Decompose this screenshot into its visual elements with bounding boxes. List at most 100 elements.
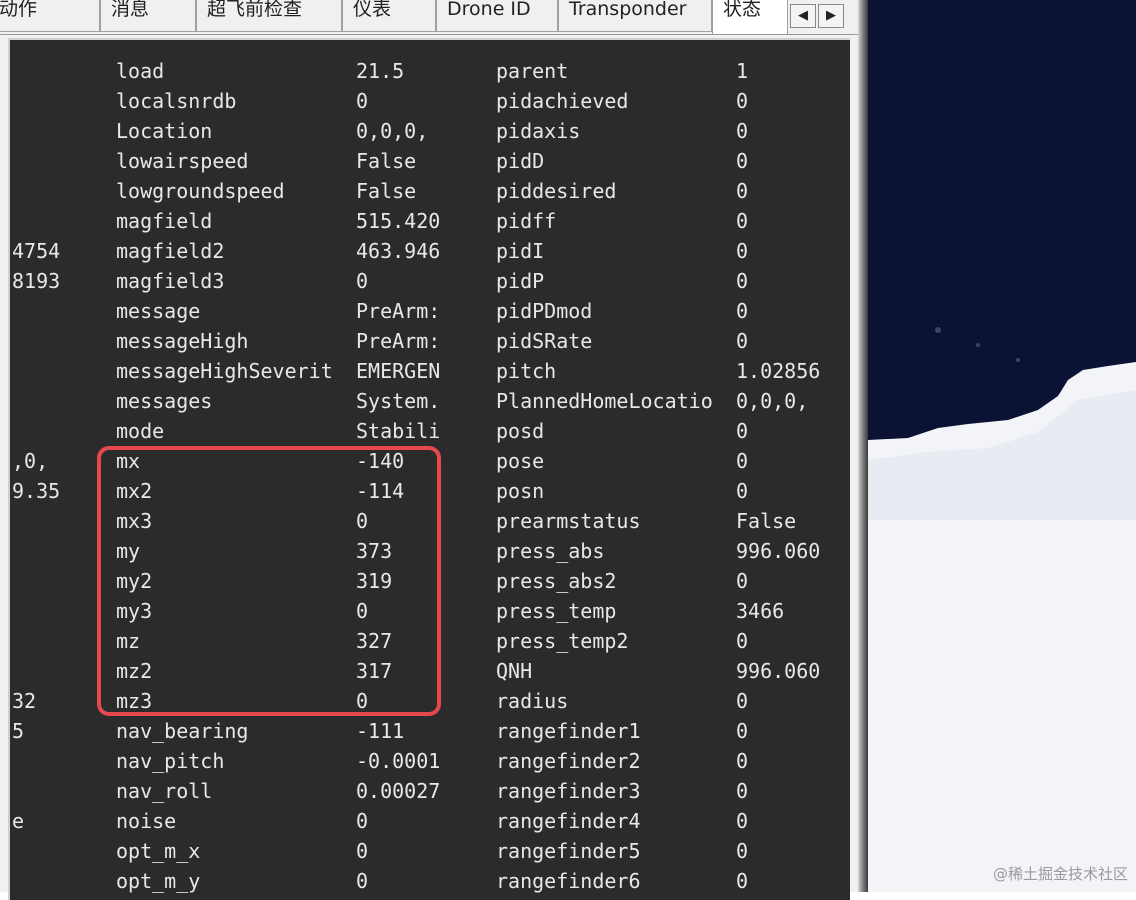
table-cell: ,0,	[12, 449, 49, 473]
table-cell: 0	[736, 419, 749, 443]
status-table[interactable]: load 21.5 parent 1 localsnrdb 0 pidachieved 0 Lo…	[8, 38, 850, 900]
table-cell: 0	[736, 569, 749, 593]
table-row: e noise 0 rangefinder4 0	[10, 806, 850, 836]
snow-image	[868, 0, 1136, 892]
table-cell: PreArm:	[356, 329, 441, 353]
table-cell: mz	[116, 629, 141, 653]
table-cell: System.	[356, 389, 441, 413]
tab-transponder[interactable]: Transponder	[558, 0, 712, 32]
table-cell: 0	[736, 89, 749, 113]
table-cell: mx	[116, 449, 141, 473]
tab-drone-id[interactable]: Drone ID	[436, 0, 558, 32]
table-cell: 317	[356, 659, 393, 683]
table-cell: 0	[736, 689, 749, 713]
table-cell: radius	[496, 689, 569, 713]
table-cell: 0	[736, 329, 749, 353]
table-cell: 5	[12, 719, 25, 743]
table-row: 5 nav_bearing -111 rangefinder1 0	[10, 716, 850, 746]
table-cell: posd	[496, 419, 545, 443]
table-cell: -114	[356, 479, 405, 503]
table-cell: pidaxis	[496, 119, 581, 143]
table-row: messageHighSeverit EMERGEN pitch 1.02856	[10, 356, 850, 386]
table-cell: magfield3	[116, 269, 225, 293]
table-row: lowairspeed False pidD 0	[10, 146, 850, 176]
table-cell: rangefinder1	[496, 719, 641, 743]
table-cell: mz3	[116, 689, 153, 713]
table-cell: nav_roll	[116, 779, 213, 803]
table-cell: messages	[116, 389, 213, 413]
table-cell: False	[356, 149, 417, 173]
app-window: 动作 消息 超飞前检查 仪表 Drone ID Transponder 状态 ◀…	[0, 0, 868, 900]
table-cell: 3466	[736, 599, 785, 623]
table-cell: 0	[736, 449, 749, 473]
tab-status[interactable]: 状态	[712, 0, 788, 34]
tab-bar: 动作 消息 超飞前检查 仪表 Drone ID Transponder 状态 ◀…	[0, 0, 868, 35]
table-row: message PreArm: pidPDmod 0	[10, 296, 850, 326]
table-row: magfield 515.420 pidff 0	[10, 206, 850, 236]
table-cell: rangefinder4	[496, 809, 641, 833]
table-cell: message	[116, 299, 201, 323]
tab-actions[interactable]: 动作	[0, 0, 100, 32]
table-cell: 0.00027	[356, 779, 441, 803]
tab-gauges[interactable]: 仪表	[342, 0, 436, 32]
table-cell: False	[356, 179, 417, 203]
table-cell: my2	[116, 569, 153, 593]
table-cell: e	[12, 809, 25, 833]
table-cell: 0	[736, 839, 749, 863]
table-cell: pose	[496, 449, 545, 473]
table-cell: 0	[356, 599, 369, 623]
table-cell: 515.420	[356, 209, 441, 233]
table-cell: opt_m_x	[116, 839, 201, 863]
table-row: localsnrdb 0 pidachieved 0	[10, 86, 850, 116]
table-row: Location 0,0,0, pidaxis 0	[10, 116, 850, 146]
table-cell: 0	[736, 479, 749, 503]
table-cell: mz2	[116, 659, 153, 683]
table-cell: 9.35	[12, 479, 61, 503]
table-cell: Stabili	[356, 419, 441, 443]
tab-preflight[interactable]: 超飞前检查	[196, 0, 342, 32]
table-row: nav_pitch -0.0001 rangefinder2 0	[10, 746, 850, 776]
table-cell: 0	[736, 239, 749, 263]
table-cell: 0	[356, 89, 369, 113]
table-cell: magfield	[116, 209, 213, 233]
window-border	[858, 0, 868, 892]
table-row: messageHigh PreArm: pidSRate 0	[10, 326, 850, 356]
table-cell: pidPDmod	[496, 299, 593, 323]
table-cell: 319	[356, 569, 393, 593]
table-cell: mx2	[116, 479, 153, 503]
table-cell: EMERGEN	[356, 359, 441, 383]
table-row: opt_m_x 0 rangefinder5 0	[10, 836, 850, 866]
table-cell: pidachieved	[496, 89, 629, 113]
table-cell: pitch	[496, 359, 557, 383]
table-row: ,0, mx -140 pose 0	[10, 446, 850, 476]
table-cell: 8193	[12, 269, 61, 293]
tab-messages[interactable]: 消息	[100, 0, 196, 32]
table-cell: magfield2	[116, 239, 225, 263]
table-cell: Location	[116, 119, 213, 143]
tab-scroll-arrows: ◀ ▶	[790, 4, 850, 28]
table-cell: 996.060	[736, 539, 821, 563]
table-cell: nav_bearing	[116, 719, 249, 743]
table-cell: lowairspeed	[116, 149, 249, 173]
table-cell: 0	[736, 779, 749, 803]
table-cell: 32	[12, 689, 37, 713]
table-cell: 0	[356, 689, 369, 713]
table-cell: rangefinder5	[496, 839, 641, 863]
table-cell: lowgroundspeed	[116, 179, 285, 203]
table-row: mx3 0 prearmstatus False	[10, 506, 850, 536]
table-cell: 0	[736, 629, 749, 653]
table-cell: pidSRate	[496, 329, 593, 353]
table-cell: load	[116, 59, 165, 83]
table-cell: QNH	[496, 659, 533, 683]
table-cell: pidI	[496, 239, 545, 263]
table-cell: 4754	[12, 239, 61, 263]
table-cell: 0	[736, 119, 749, 143]
table-cell: press_abs2	[496, 569, 617, 593]
table-row: mz 327 press_temp2 0	[10, 626, 850, 656]
table-cell: 0	[736, 179, 749, 203]
tab-scroll-right-icon[interactable]: ▶	[818, 4, 844, 28]
table-cell: -140	[356, 449, 405, 473]
table-cell: 0,0,0,	[736, 389, 809, 413]
tab-scroll-left-icon[interactable]: ◀	[790, 4, 816, 28]
table-row: lowgroundspeed False piddesired 0	[10, 176, 850, 206]
